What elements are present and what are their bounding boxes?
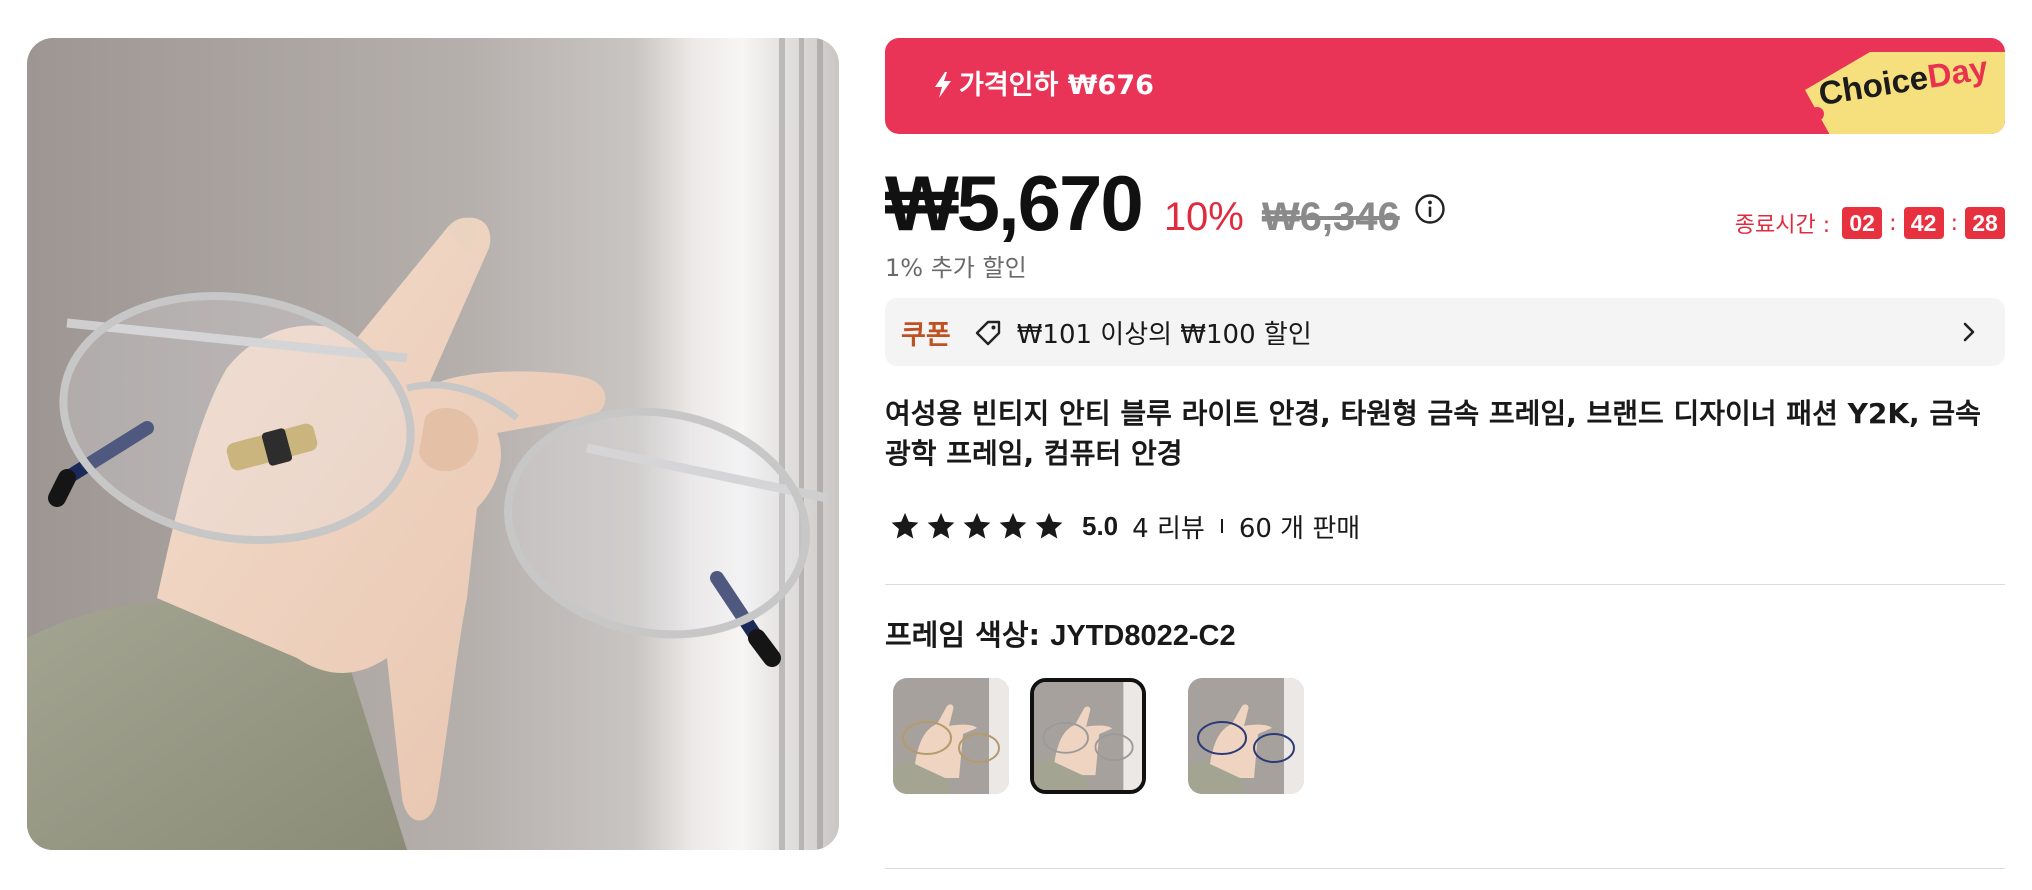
variant-swatch[interactable] [893,678,1009,794]
variant-swatch-selected[interactable] [1030,678,1146,794]
rating-row[interactable]: 5.0 4 리뷰 60 개 판매 [890,506,1360,546]
extra-discount-text: 1% 추가 할인 [885,254,1027,282]
info-icon[interactable] [1414,193,1446,225]
coupon-title: 쿠폰 [901,319,951,351]
price-drop-banner: 가격인하 ₩676 ChoiceDay [885,38,2005,134]
coupon-text: ₩101 이상의 ₩100 할인 [1016,319,1312,350]
variant-value: JYTD8022-C2 [1050,620,1236,652]
section-divider [885,584,2005,585]
star-icon [891,512,919,539]
countdown-hours: 02 [1842,207,1883,239]
coupon-bar[interactable]: 쿠폰 ₩101 이상의 ₩100 할인 [885,298,2005,366]
price-drop-text: 가격인하 ₩676 [959,70,1154,101]
countdown-separator: : [1889,210,1897,236]
glasses-photo [27,38,839,850]
star-icon [999,512,1027,539]
swatch-image [893,678,1009,794]
countdown-label: 종료시간 : [1734,213,1831,238]
countdown-seconds: 28 [1965,207,2005,239]
bolt-icon [935,72,951,98]
variant-heading: 프레임 색상: JYTD8022-C2 [885,612,1236,654]
original-price: ₩6,346 [1261,195,1400,239]
star-icon [963,512,991,539]
tag-icon [975,320,1000,346]
price-row: ₩5,670 10% ₩6,346 [885,158,1446,248]
discount-percent: 10% [1163,195,1244,239]
sold-count: 60 개 판매 [1238,513,1361,544]
variant-swatch[interactable] [1188,678,1304,794]
review-count[interactable]: 4 리뷰 [1132,508,1205,545]
swatch-image [1034,682,1142,790]
star-icon [1035,512,1063,539]
rating-score: 5.0 [1082,510,1119,541]
product-title: 여성용 빈티지 안티 블루 라이트 안경, 타원형 금속 프레임, 브랜드 디자… [885,397,1981,470]
countdown-separator: : [1950,210,1958,236]
rating-divider [1220,519,1223,533]
swatch-image [1188,678,1304,794]
current-price: ₩5,670 [885,159,1144,247]
price-drop-label: 가격인하 ₩676 [933,38,1154,134]
star-icon [927,512,955,539]
sale-countdown: 종료시간 : 02 : 42 : 28 [1735,207,2005,239]
product-main-image[interactable] [27,38,839,850]
variant-label: 프레임 색상: [885,618,1051,652]
countdown-minutes: 42 [1903,207,1944,239]
section-divider [885,868,2005,869]
chevron-right-icon[interactable] [1957,320,1981,344]
